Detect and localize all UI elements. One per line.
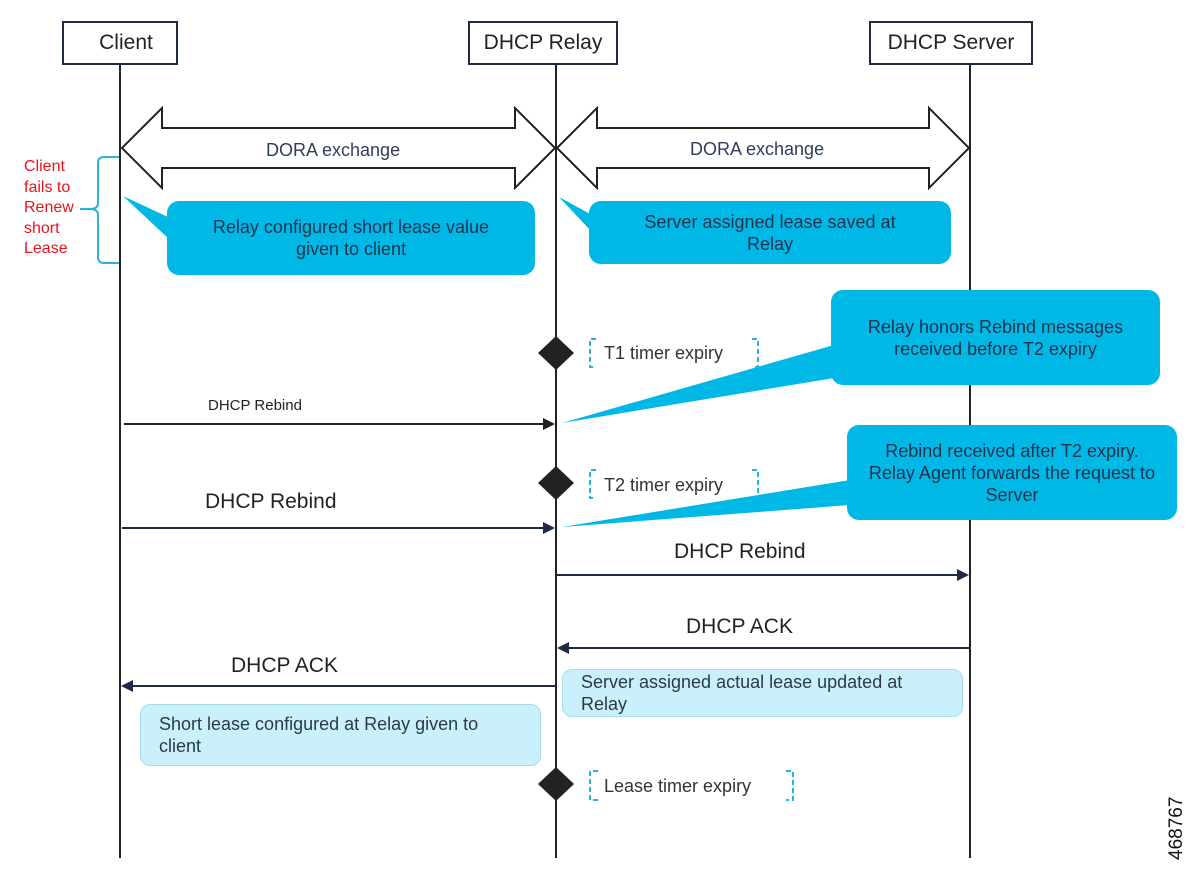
actor-server-label: DHCP Server	[887, 31, 1015, 54]
callout-server-lease-updated: Server assigned actual lease updated at …	[562, 669, 963, 717]
actor-client: Client	[62, 21, 178, 65]
callout-rebind-after-t2: Rebind received after T2 expiry. Relay A…	[847, 425, 1177, 520]
actor-dhcp-relay: DHCP Relay	[468, 21, 618, 65]
client-fails-note-line: Lease	[24, 240, 68, 257]
callout-relay-short-lease: Relay configured short lease value given…	[167, 201, 535, 275]
client-fails-note-line: Renew	[24, 199, 74, 216]
t1-timer-label: T1 timer expiry	[604, 343, 724, 363]
callout-relay-honors-rebind: Relay honors Rebind messages received be…	[831, 290, 1160, 385]
actor-dhcp-server: DHCP Server	[869, 21, 1033, 65]
message-label-rebind-1: DHCP Rebind	[208, 397, 302, 414]
client-fails-note: Client fails to Renew short Lease	[24, 157, 74, 260]
message-label-rebind-2: DHCP Rebind	[205, 490, 337, 513]
dora-exchange-label-left: DORA exchange	[266, 140, 401, 160]
callout-server-lease-saved: Server assigned lease saved at Relay	[589, 201, 951, 264]
t2-timer-diamond	[538, 466, 574, 500]
client-fails-note-line: short	[24, 219, 60, 237]
client-fails-note-line: fails to	[24, 178, 71, 196]
actor-client-label: Client	[99, 31, 153, 54]
lease-timer-diamond	[538, 767, 574, 801]
client-fails-note-line: Client	[24, 158, 65, 175]
dora-exchange-label-right: DORA exchange	[690, 139, 825, 159]
client-fails-bracket	[80, 156, 119, 264]
message-arrow-rebind-1	[124, 418, 555, 430]
message-label-ack-2: DHCP ACK	[231, 654, 338, 677]
message-arrow-rebind-3	[557, 569, 969, 581]
message-label-rebind-3: DHCP Rebind	[674, 540, 806, 563]
callout-tail-relay-short-lease	[123, 196, 170, 240]
message-arrow-ack-1	[557, 642, 969, 654]
lease-timer-label: Lease timer expiry	[604, 776, 752, 796]
message-arrow-rebind-2	[122, 522, 555, 534]
actor-relay-label: DHCP Relay	[483, 31, 603, 54]
figure-id: 468767	[1166, 796, 1187, 860]
t2-timer-label: T2 timer expiry	[604, 475, 724, 495]
message-arrow-ack-2	[121, 680, 555, 692]
callout-tail-server-lease-saved	[559, 197, 592, 232]
t1-timer-diamond	[538, 336, 574, 370]
message-label-ack-1: DHCP ACK	[686, 615, 793, 638]
callout-short-lease-given: Short lease configured at Relay given to…	[140, 704, 541, 766]
